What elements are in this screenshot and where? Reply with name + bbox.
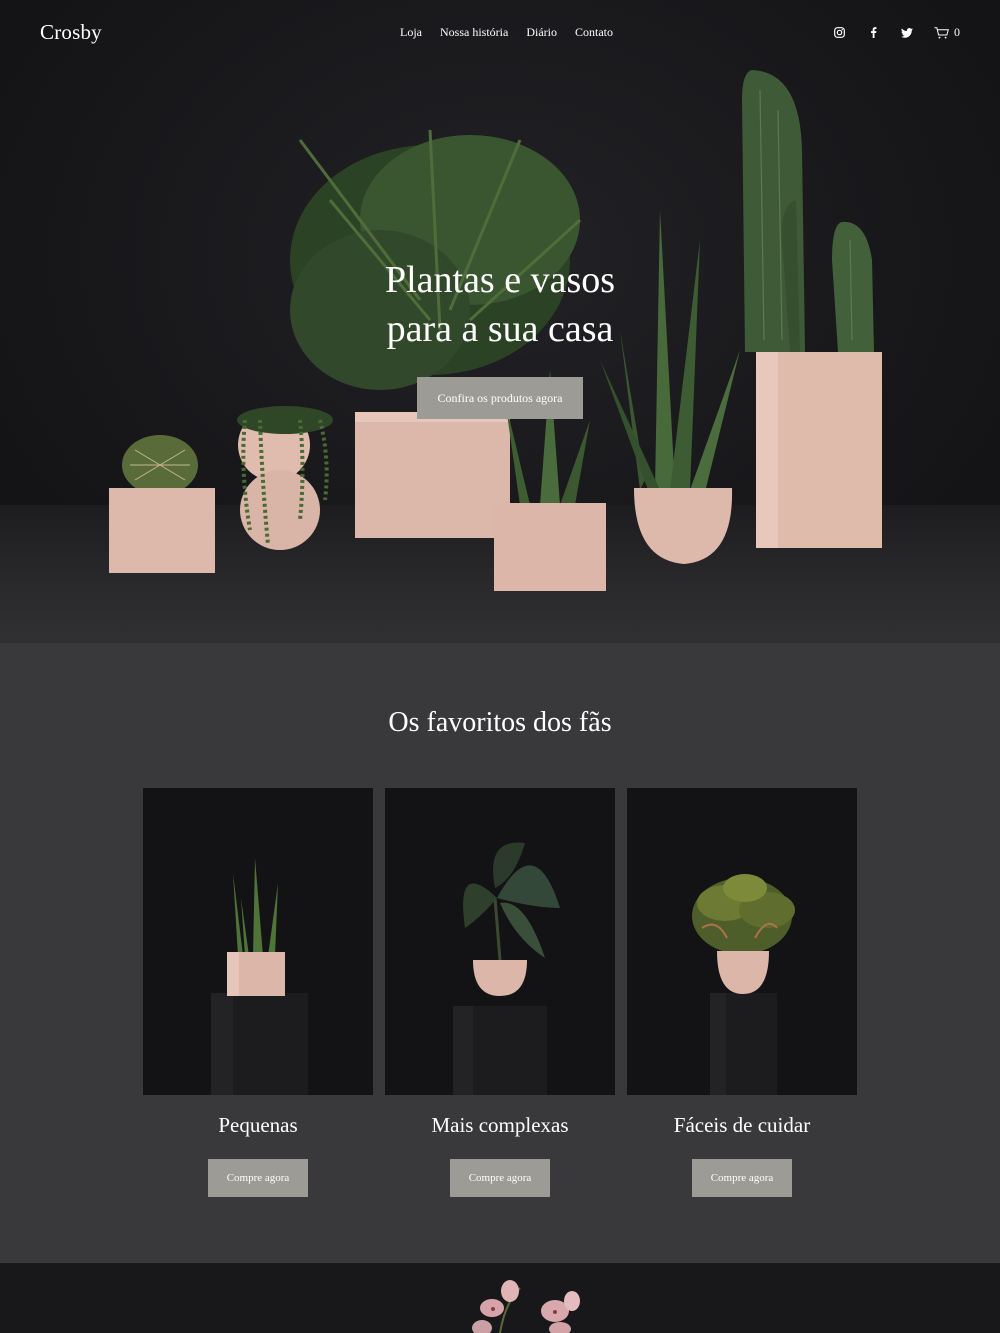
product-title-faceis-de-cuidar: Fáceis de cuidar	[673, 1113, 811, 1137]
product-card-faceis-de-cuidar: Fáceis de cuidar Compre agora	[627, 788, 857, 1197]
nav-item-nossa-historia[interactable]: Nossa história	[440, 25, 508, 40]
hero-section: Crosby Loja Nossa história Diário Contat…	[0, 0, 1000, 643]
barrel-cube-pot	[109, 488, 215, 573]
hero-title: Plantas e vasos para a sua casa	[0, 256, 1000, 354]
product-image-pequenas[interactable]	[143, 788, 373, 1095]
product-image-mais-complexas[interactable]	[385, 788, 615, 1095]
favorites-section: Os favoritos dos fãs Pequenas Compre ago…	[0, 643, 1000, 1263]
site-header: Crosby Loja Nossa história Diário Contat…	[0, 0, 1000, 66]
shop-button-faceis-de-cuidar[interactable]: Compre agora	[692, 1159, 792, 1197]
barrel-cactus	[122, 435, 198, 495]
twitter-icon[interactable]	[900, 26, 914, 40]
cart-count: 0	[954, 25, 960, 39]
product-title-pequenas: Pequenas	[218, 1113, 298, 1137]
next-section-preview	[0, 1263, 1000, 1333]
site-logo[interactable]: Crosby	[40, 20, 102, 45]
header-actions: 0	[832, 25, 960, 40]
product-card-mais-complexas: Mais complexas Compre agora	[385, 788, 615, 1197]
hero-title-line-1: Plantas e vasos	[384, 259, 616, 301]
string-of-pearls	[237, 406, 333, 550]
favorites-heading: Os favoritos dos fãs	[388, 707, 612, 738]
product-image-faceis-de-cuidar[interactable]	[627, 788, 857, 1095]
instagram-icon[interactable]	[832, 26, 846, 40]
hero-title-line-2: para a sua casa	[386, 308, 614, 350]
main-nav: Loja Nossa história Diário Contato	[400, 25, 613, 40]
hero-cta-button[interactable]: Confira os produtos agora	[417, 377, 583, 419]
facebook-icon[interactable]	[866, 26, 880, 40]
nav-item-diario[interactable]: Diário	[526, 25, 557, 40]
shop-button-pequenas[interactable]: Compre agora	[208, 1159, 308, 1197]
small-cube-pot	[494, 503, 606, 591]
round-pot	[634, 488, 733, 564]
hero-heading-block: Plantas e vasos para a sua casa	[0, 256, 1000, 354]
large-cube-pot	[355, 412, 510, 538]
shop-button-mais-complexas[interactable]: Compre agora	[450, 1159, 550, 1197]
nav-item-loja[interactable]: Loja	[400, 25, 422, 40]
nav-item-contato[interactable]: Contato	[575, 25, 613, 40]
cart-icon	[934, 26, 949, 38]
orchid-image	[472, 1280, 580, 1333]
cart-button[interactable]: 0	[934, 25, 960, 40]
product-title-mais-complexas: Mais complexas	[431, 1113, 569, 1137]
product-card-pequenas: Pequenas Compre agora	[143, 788, 373, 1197]
